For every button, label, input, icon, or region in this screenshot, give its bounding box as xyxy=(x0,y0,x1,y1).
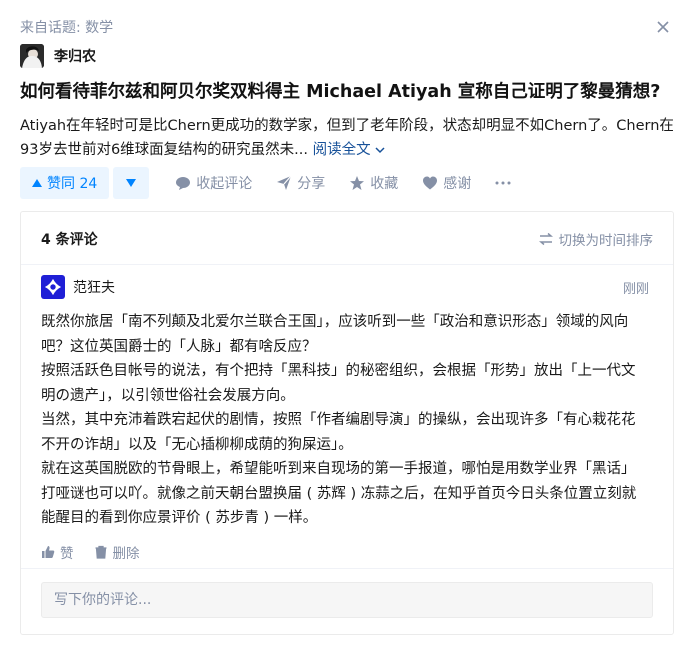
favorite-label: 收藏 xyxy=(370,176,399,192)
triangle-up-icon xyxy=(32,179,42,187)
triangle-down-icon xyxy=(126,179,137,187)
comment-paragraph: 就在这英国脱欧的节骨眼上，希望能听到来自现场的第一手报道，哪怕是用数学业界「黑话… xyxy=(41,461,637,526)
comment-icon xyxy=(176,177,191,190)
comment-item: 范狂夫 刚刚 既然你旅居「南不列颠及北爱尔兰联合王国」，应该听到一些「政治和意识… xyxy=(41,275,653,563)
sort-toggle-button[interactable]: 切换为时间排序 xyxy=(538,229,654,249)
comment-delete-label: 删除 xyxy=(112,545,140,562)
comment-body: 既然你旅居「南不列颠及北爱尔兰联合王国」，应该听到一些「政治和意识形态」领域的风… xyxy=(41,310,649,531)
close-icon[interactable] xyxy=(652,16,674,38)
comment-meta: 范狂夫 刚刚 xyxy=(41,275,653,299)
comment-input[interactable] xyxy=(41,582,653,618)
switch-icon xyxy=(538,232,553,246)
author-name[interactable]: 李归农 xyxy=(54,46,96,66)
comment-actions: 赞 删除 xyxy=(41,541,653,563)
vote-up-button[interactable]: 赞同 24 xyxy=(20,167,110,199)
share-button[interactable]: 分享 xyxy=(276,173,325,193)
comment-composer xyxy=(21,568,673,634)
collapse-comments-button[interactable]: 收起评论 xyxy=(175,173,252,193)
comment-like-button[interactable]: 赞 xyxy=(41,542,74,562)
star-icon xyxy=(350,176,365,190)
question-title[interactable]: 如何看待菲尔兹和阿贝尔奖双料得主 Michael Atiyah 宣称自己证明了黎… xyxy=(20,78,680,106)
thanks-button[interactable]: 感谢 xyxy=(422,173,471,193)
comment-paragraph: 既然你旅居「南不列颠及北爱尔兰联合王国」，应该听到一些「政治和意识形态」领域的风… xyxy=(41,314,629,355)
vote-up-label: 赞同 24 xyxy=(47,176,98,192)
comment-delete-button[interactable]: 删除 xyxy=(94,542,140,562)
comments-count: 4 条评论 xyxy=(41,232,98,248)
commenter-avatar[interactable] xyxy=(41,275,65,299)
favorite-button[interactable]: 收藏 xyxy=(349,173,398,193)
author-row: 李归农 xyxy=(20,44,96,68)
share-icon xyxy=(277,175,292,190)
commenter-name[interactable]: 范狂夫 xyxy=(73,277,115,297)
answer-excerpt[interactable]: Atiyah在年轻时可是比Chern更成功的数学家，但到了老年阶段，状态却明显不… xyxy=(20,114,678,162)
topic-label[interactable]: 来自话题: 数学 xyxy=(20,17,113,37)
share-label: 分享 xyxy=(297,176,326,192)
read-full-label: 阅读全文 xyxy=(312,142,371,158)
comment-time: 刚刚 xyxy=(622,282,649,297)
author-avatar[interactable] xyxy=(20,44,44,68)
comment-paragraph: 当然，其中充沛着跌宕起伏的剧情，按照「作者编剧导演」的操纵，会出现许多「有心栽花… xyxy=(41,412,636,453)
topic-bar: 来自话题: 数学 xyxy=(20,16,674,38)
comments-header: 4 条评论 切换为时间排序 xyxy=(21,212,673,265)
thanks-label: 感谢 xyxy=(443,176,472,192)
sort-toggle-label: 切换为时间排序 xyxy=(558,233,654,249)
heart-icon xyxy=(423,176,438,190)
read-full-link[interactable]: 阅读全文 xyxy=(313,142,385,158)
chevron-down-icon xyxy=(375,147,385,154)
comment-like-label: 赞 xyxy=(60,545,74,562)
trash-icon xyxy=(95,545,106,559)
collapse-comments-label: 收起评论 xyxy=(196,176,253,192)
comments-panel: 4 条评论 切换为时间排序 范狂夫 刚刚 既然你旅居「南不列颠及北爱尔兰联合王国… xyxy=(20,211,674,635)
comment-paragraph: 按照活跃色目帐号的说法，有个把持「黑科技」的秘密组织，会根据「形势」放出「上一代… xyxy=(41,363,636,404)
answer-actions: 赞同 24 收起评论 分享 收藏 感谢 xyxy=(20,167,515,199)
vote-down-button[interactable] xyxy=(113,167,150,199)
more-icon[interactable] xyxy=(495,181,515,185)
thumbs-up-icon xyxy=(42,545,55,558)
